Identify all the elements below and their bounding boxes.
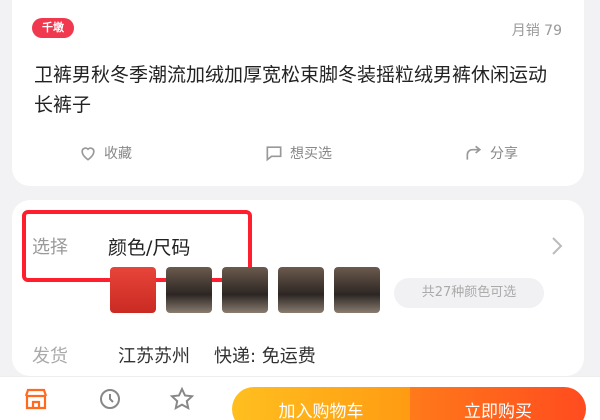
share-button[interactable]: 分享 bbox=[464, 143, 518, 163]
product-info-card: 千墩 月销 79 卫裤男秋冬季潮流加绒加厚宽松束脚冬装摇粒绒男裤休闲运动长裤子 … bbox=[12, 0, 584, 186]
spec-card: 选择 颜色/尺码 共27种颜色可选 发货 江苏苏州 快递: 免运费 bbox=[12, 200, 584, 376]
favorite-label: 收藏 bbox=[104, 146, 132, 162]
shipping-label: 发货 bbox=[32, 346, 68, 367]
color-swatches bbox=[110, 266, 380, 314]
color-swatch[interactable] bbox=[278, 267, 324, 313]
favorite-button[interactable]: 收藏 bbox=[78, 143, 132, 163]
star-icon[interactable] bbox=[168, 385, 196, 413]
store-icon[interactable] bbox=[22, 385, 50, 413]
action-row: 收藏 想买选 分享 bbox=[12, 138, 584, 168]
share-icon bbox=[466, 145, 482, 160]
want-button[interactable]: 想买选 bbox=[264, 143, 332, 163]
color-swatch[interactable] bbox=[110, 267, 156, 313]
add-to-cart-button[interactable]: 加入购物车 bbox=[232, 387, 410, 420]
color-swatch[interactable] bbox=[222, 267, 268, 313]
shipping-origin: 江苏苏州 bbox=[118, 346, 190, 367]
color-swatch[interactable] bbox=[334, 267, 380, 313]
sold-count: 月销 79 bbox=[511, 23, 562, 39]
shipping-method: 快递: 免运费 bbox=[214, 346, 316, 367]
bottom-bar: 加入购物车 立即购买 bbox=[0, 376, 600, 420]
product-page: 千墩 月销 79 卫裤男秋冬季潮流加绒加厚宽松束脚冬装摇粒绒男裤休闲运动长裤子 … bbox=[0, 0, 600, 420]
product-title: 卫裤男秋冬季潮流加绒加厚宽松束脚冬装摇粒绒男裤休闲运动长裤子 bbox=[34, 64, 548, 116]
want-label: 想买选 bbox=[290, 146, 332, 162]
shipping-row: 发货 江苏苏州 快递: 免运费 bbox=[32, 340, 316, 370]
color-swatch[interactable] bbox=[166, 267, 212, 313]
swatch-count-pill[interactable]: 共27种颜色可选 bbox=[394, 278, 544, 308]
chat-icon bbox=[266, 146, 282, 162]
share-label: 分享 bbox=[490, 146, 518, 162]
heart-icon bbox=[81, 147, 95, 161]
buy-now-button[interactable]: 立即购买 bbox=[410, 387, 586, 420]
chevron-right-icon[interactable] bbox=[550, 234, 564, 258]
customer-service-icon[interactable] bbox=[96, 385, 124, 413]
promo-tag: 千墩 bbox=[32, 18, 74, 38]
